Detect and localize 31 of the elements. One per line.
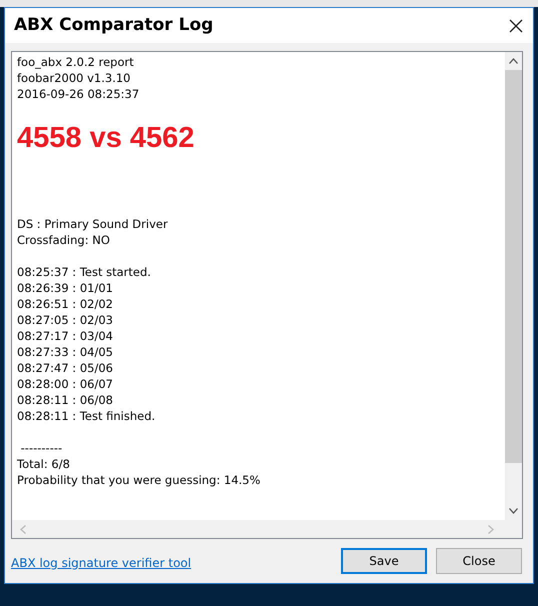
log-line: 08:28:11 : 06/08 (17, 392, 114, 408)
headline-text: 4558 vs 4562 (17, 121, 196, 156)
scroll-up-icon[interactable] (509, 58, 518, 64)
log-line: 08:25:37 : Test started. (17, 264, 152, 280)
dialog-button[interactable]: Close (436, 548, 522, 574)
log-line: foobar2000 v1.3.10 (17, 70, 132, 86)
log-line: 08:26:51 : 02/02 (17, 296, 114, 312)
log-line: Total: 6/8 (17, 456, 71, 472)
log-line: DS : Primary Sound Driver (17, 216, 169, 232)
scroll-right-icon[interactable] (488, 524, 494, 534)
log-line: Crossfading: NO (17, 232, 111, 248)
scrollbar-thumb[interactable] (505, 70, 522, 463)
log-line: 08:27:17 : 03/04 (17, 328, 114, 344)
log-line: Probability that you were guessing: 14.5% (17, 472, 262, 488)
log-line: 08:27:05 : 02/03 (17, 312, 114, 328)
log-line: 08:27:47 : 05/06 (17, 360, 114, 376)
log-line: 08:26:39 : 01/01 (17, 280, 114, 296)
log-line: foo_abx 2.0.2 report (17, 54, 135, 70)
log-line: ---------- (20, 440, 64, 456)
verifier-link[interactable]: ABX log signature verifier tool (11, 554, 192, 572)
close-icon[interactable] (509, 18, 523, 32)
window-title: ABX Comparator Log (14, 14, 214, 37)
scroll-left-icon[interactable] (20, 524, 26, 534)
horizontal-scrollbar[interactable] (12, 520, 522, 538)
log-line: 08:28:00 : 06/07 (17, 376, 114, 392)
scroll-down-icon[interactable] (509, 508, 518, 514)
log-line: 08:27:33 : 04/05 (17, 344, 114, 360)
log-line: 08:28:11 : Test finished. (17, 408, 156, 424)
log-line: 2016-09-26 08:25:37 (17, 86, 140, 102)
vertical-scrollbar[interactable] (505, 52, 522, 520)
dialog-button[interactable]: Save (341, 548, 427, 574)
